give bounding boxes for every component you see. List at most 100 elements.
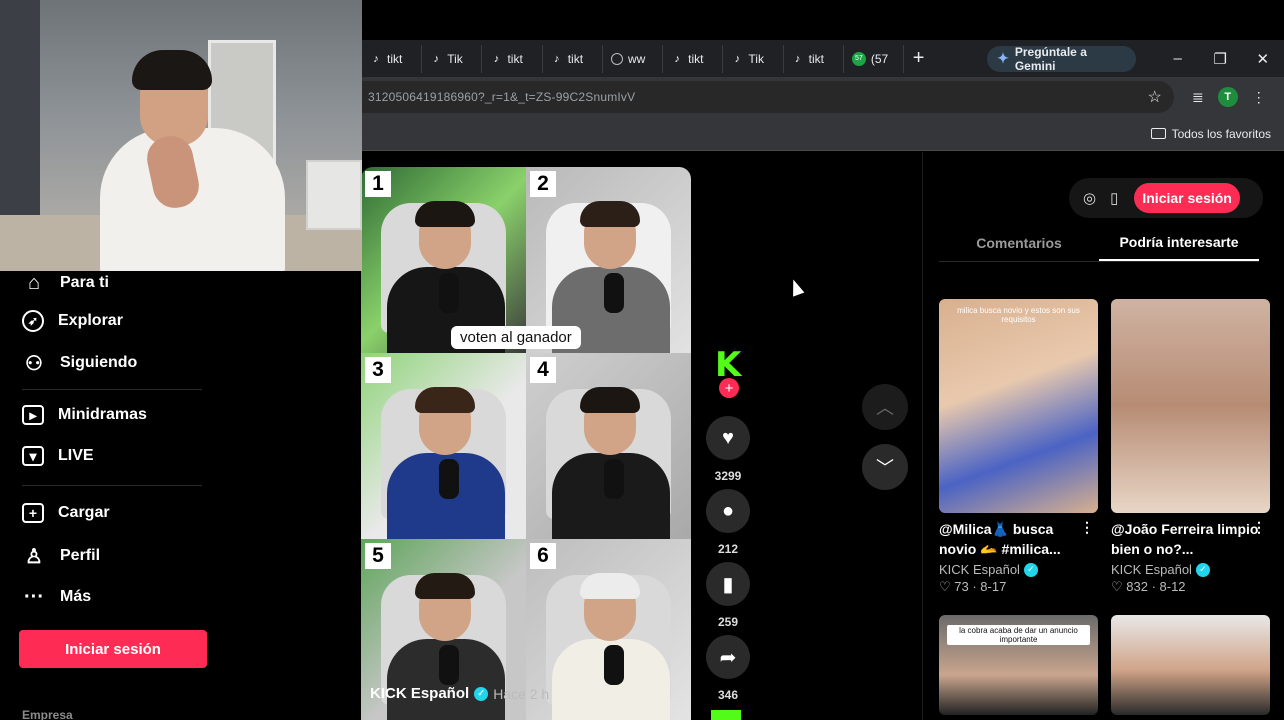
tab-label: (57 [870, 51, 889, 66]
save-button[interactable]: ▮ 259 [706, 562, 750, 629]
sidebar-item-mas[interactable]: ··· Más [22, 585, 91, 609]
bookmarks-bar: Todos los favoritos [362, 117, 1284, 151]
heart-icon: ♥ [706, 416, 750, 460]
live-icon: ▾ [22, 446, 44, 466]
restore-icon[interactable]: ❐ [1199, 45, 1242, 73]
card-more-icon[interactable]: ⋮ [1252, 519, 1266, 536]
webcam-cabinet [306, 160, 362, 230]
gemini-label: Pregúntale a Gemini [1014, 44, 1087, 73]
chevron-up-icon: ︿ [876, 398, 894, 418]
next-author-avatar[interactable] [711, 710, 741, 720]
sidebar-item-cargar[interactable]: + Cargar [22, 503, 110, 523]
menu-kebab-icon[interactable]: ⋮ [1252, 89, 1266, 106]
sidebar-item-siguiendo[interactable]: ⚇ Siguiendo [22, 351, 137, 375]
like-button[interactable]: ♥ 3299 [706, 416, 750, 483]
verified-icon: ✓ [1195, 562, 1210, 577]
home-icon: ⌂ [27, 271, 41, 294]
left-sidebar: ⌂ Para ti ➶ Explorar ⚇ Siguiendo ▸ Minid… [0, 271, 362, 720]
header-login-button[interactable]: Iniciar sesión [1134, 183, 1240, 213]
previous-video-button[interactable]: ︿ [862, 384, 908, 430]
browser-tab[interactable]: ♪ tikt [482, 44, 543, 73]
close-icon[interactable]: ✕ [1241, 45, 1284, 73]
post-time: Hace 2 h [493, 685, 550, 702]
gemini-button[interactable]: ✦ Pregúntale a Gemini [987, 44, 1137, 73]
address-bar: 3120506419186960?_r=1&_t=ZS-99C2SnumIvV … [362, 77, 1284, 117]
all-bookmarks-folder[interactable]: Todos los favoritos [1150, 127, 1271, 141]
tiktok-icon: ♪ [674, 52, 680, 65]
browser-tab[interactable]: 57 (57 [844, 44, 905, 73]
sidebar-item-live[interactable]: ▾ LIVE [22, 446, 94, 466]
grid-number: 6 [530, 543, 556, 569]
tiktok-icon: ♪ [373, 52, 379, 65]
tab-label: Tik [748, 51, 764, 66]
footer-empresa-link[interactable]: Empresa [22, 708, 73, 720]
profile-avatar[interactable]: T [1217, 87, 1238, 107]
comment-button[interactable]: ● 212 [706, 489, 750, 556]
webcam-overlay [0, 0, 362, 271]
browser-tab[interactable]: ♪ Tik [723, 44, 784, 73]
url-input[interactable]: 3120506419186960?_r=1&_t=ZS-99C2SnumIvV … [362, 81, 1174, 113]
sidebar-item-explorar[interactable]: ➶ Explorar [22, 310, 123, 332]
share-button[interactable]: ➦ 346 [706, 635, 750, 702]
new-tab-button[interactable]: + [904, 45, 933, 73]
video-thumbnail [1111, 615, 1270, 715]
microphone-icon [604, 273, 624, 313]
sidebar-item-label: Minidramas [58, 406, 147, 423]
person-hair [415, 387, 475, 413]
recommended-video-card[interactable]: milica busca novio y estos son sus requi… [939, 299, 1098, 595]
video-author[interactable]: KICK Español ✓ Hace 2 h [370, 685, 549, 702]
tiktok-icon: ♪ [794, 52, 801, 65]
comment-icon: ● [706, 489, 750, 533]
tab-label: ww [627, 51, 646, 66]
webcam-person-hair [132, 50, 212, 90]
browser-tab[interactable]: ♪ tikt [543, 44, 603, 73]
follow-plus-icon[interactable]: + [719, 378, 739, 398]
person-hair [415, 573, 475, 599]
gemini-spark-icon: ✦ [997, 50, 1009, 66]
compass-small-icon[interactable]: ◎ [1083, 189, 1096, 207]
browser-tab-strip: ♪ tikt ♪ Tik ♪ tikt ♪ tikt ww ♪ tikt ♪ Tik ♪ ti… [362, 40, 1284, 77]
sidebar-item-label: Siguiendo [60, 354, 138, 371]
person-hair [580, 387, 640, 413]
sidebar-login-button[interactable]: Iniciar sesión [19, 630, 207, 668]
sidebar-item-perfil[interactable]: ♙ Perfil [22, 544, 100, 568]
sidebar-item-para-ti[interactable]: ⌂ Para ti [22, 271, 109, 295]
next-video-button[interactable]: ﹀ [862, 444, 908, 490]
minimize-icon[interactable]: – [1156, 45, 1199, 73]
author-avatar[interactable]: K [715, 348, 743, 382]
recommended-video-card[interactable]: la cobra acaba de dar un anuncio importa… [939, 615, 1098, 715]
sidebar-item-minidramas[interactable]: ▸ Minidramas [22, 405, 147, 425]
browser-tab[interactable]: ♪ tikt [362, 44, 423, 73]
grid-number: 3 [365, 357, 391, 383]
sidebar-item-label: Para ti [60, 274, 109, 291]
browser-tab[interactable]: ♪ Tik [422, 44, 483, 73]
tab-label: tikt [808, 51, 824, 66]
bookmark-icon: ▮ [706, 562, 750, 606]
tab-comentarios[interactable]: Comentarios [939, 224, 1099, 261]
video-thumbnail: la cobra acaba de dar un anuncio importa… [939, 615, 1098, 715]
card-stats: ♡ 832 · 8-12 [1111, 579, 1186, 594]
device-icon[interactable]: ▯ [1110, 189, 1118, 207]
video-player[interactable]: 1 2 3 4 5 6 voten al ganador KICK Españo… [361, 167, 691, 720]
tab-podria-interesarte[interactable]: Podría interesarte [1099, 224, 1259, 261]
media-control-icon[interactable]: ≣ [1192, 89, 1204, 106]
save-count: 259 [717, 615, 739, 629]
share-icon: ➦ [706, 635, 750, 679]
tiktok-icon: ♪ [734, 52, 741, 65]
grid-number: 1 [365, 171, 391, 197]
bookmark-star-icon[interactable]: ☆ [1147, 87, 1162, 107]
person-hair [415, 201, 475, 227]
recommended-video-card[interactable]: @João Ferreira limpio bien o no?... KICK… [1111, 299, 1270, 595]
card-more-icon[interactable]: ⋮ [1080, 519, 1094, 536]
recommended-video-card[interactable] [1111, 615, 1270, 715]
browser-tab[interactable]: ww [603, 44, 664, 73]
verified-icon: ✓ [1023, 562, 1038, 577]
video-grid-cell: 4 [526, 353, 691, 539]
author-name: KICK Español [370, 685, 470, 702]
browser-tab[interactable]: ♪ tikt [784, 44, 844, 73]
share-count: 346 [717, 688, 739, 702]
tab-label: tikt [688, 51, 704, 66]
mouse-cursor [787, 277, 805, 297]
url-text: 3120506419186960?_r=1&_t=ZS-99C2SnumIvV [368, 90, 636, 104]
browser-tab[interactable]: ♪ tikt [663, 44, 724, 73]
